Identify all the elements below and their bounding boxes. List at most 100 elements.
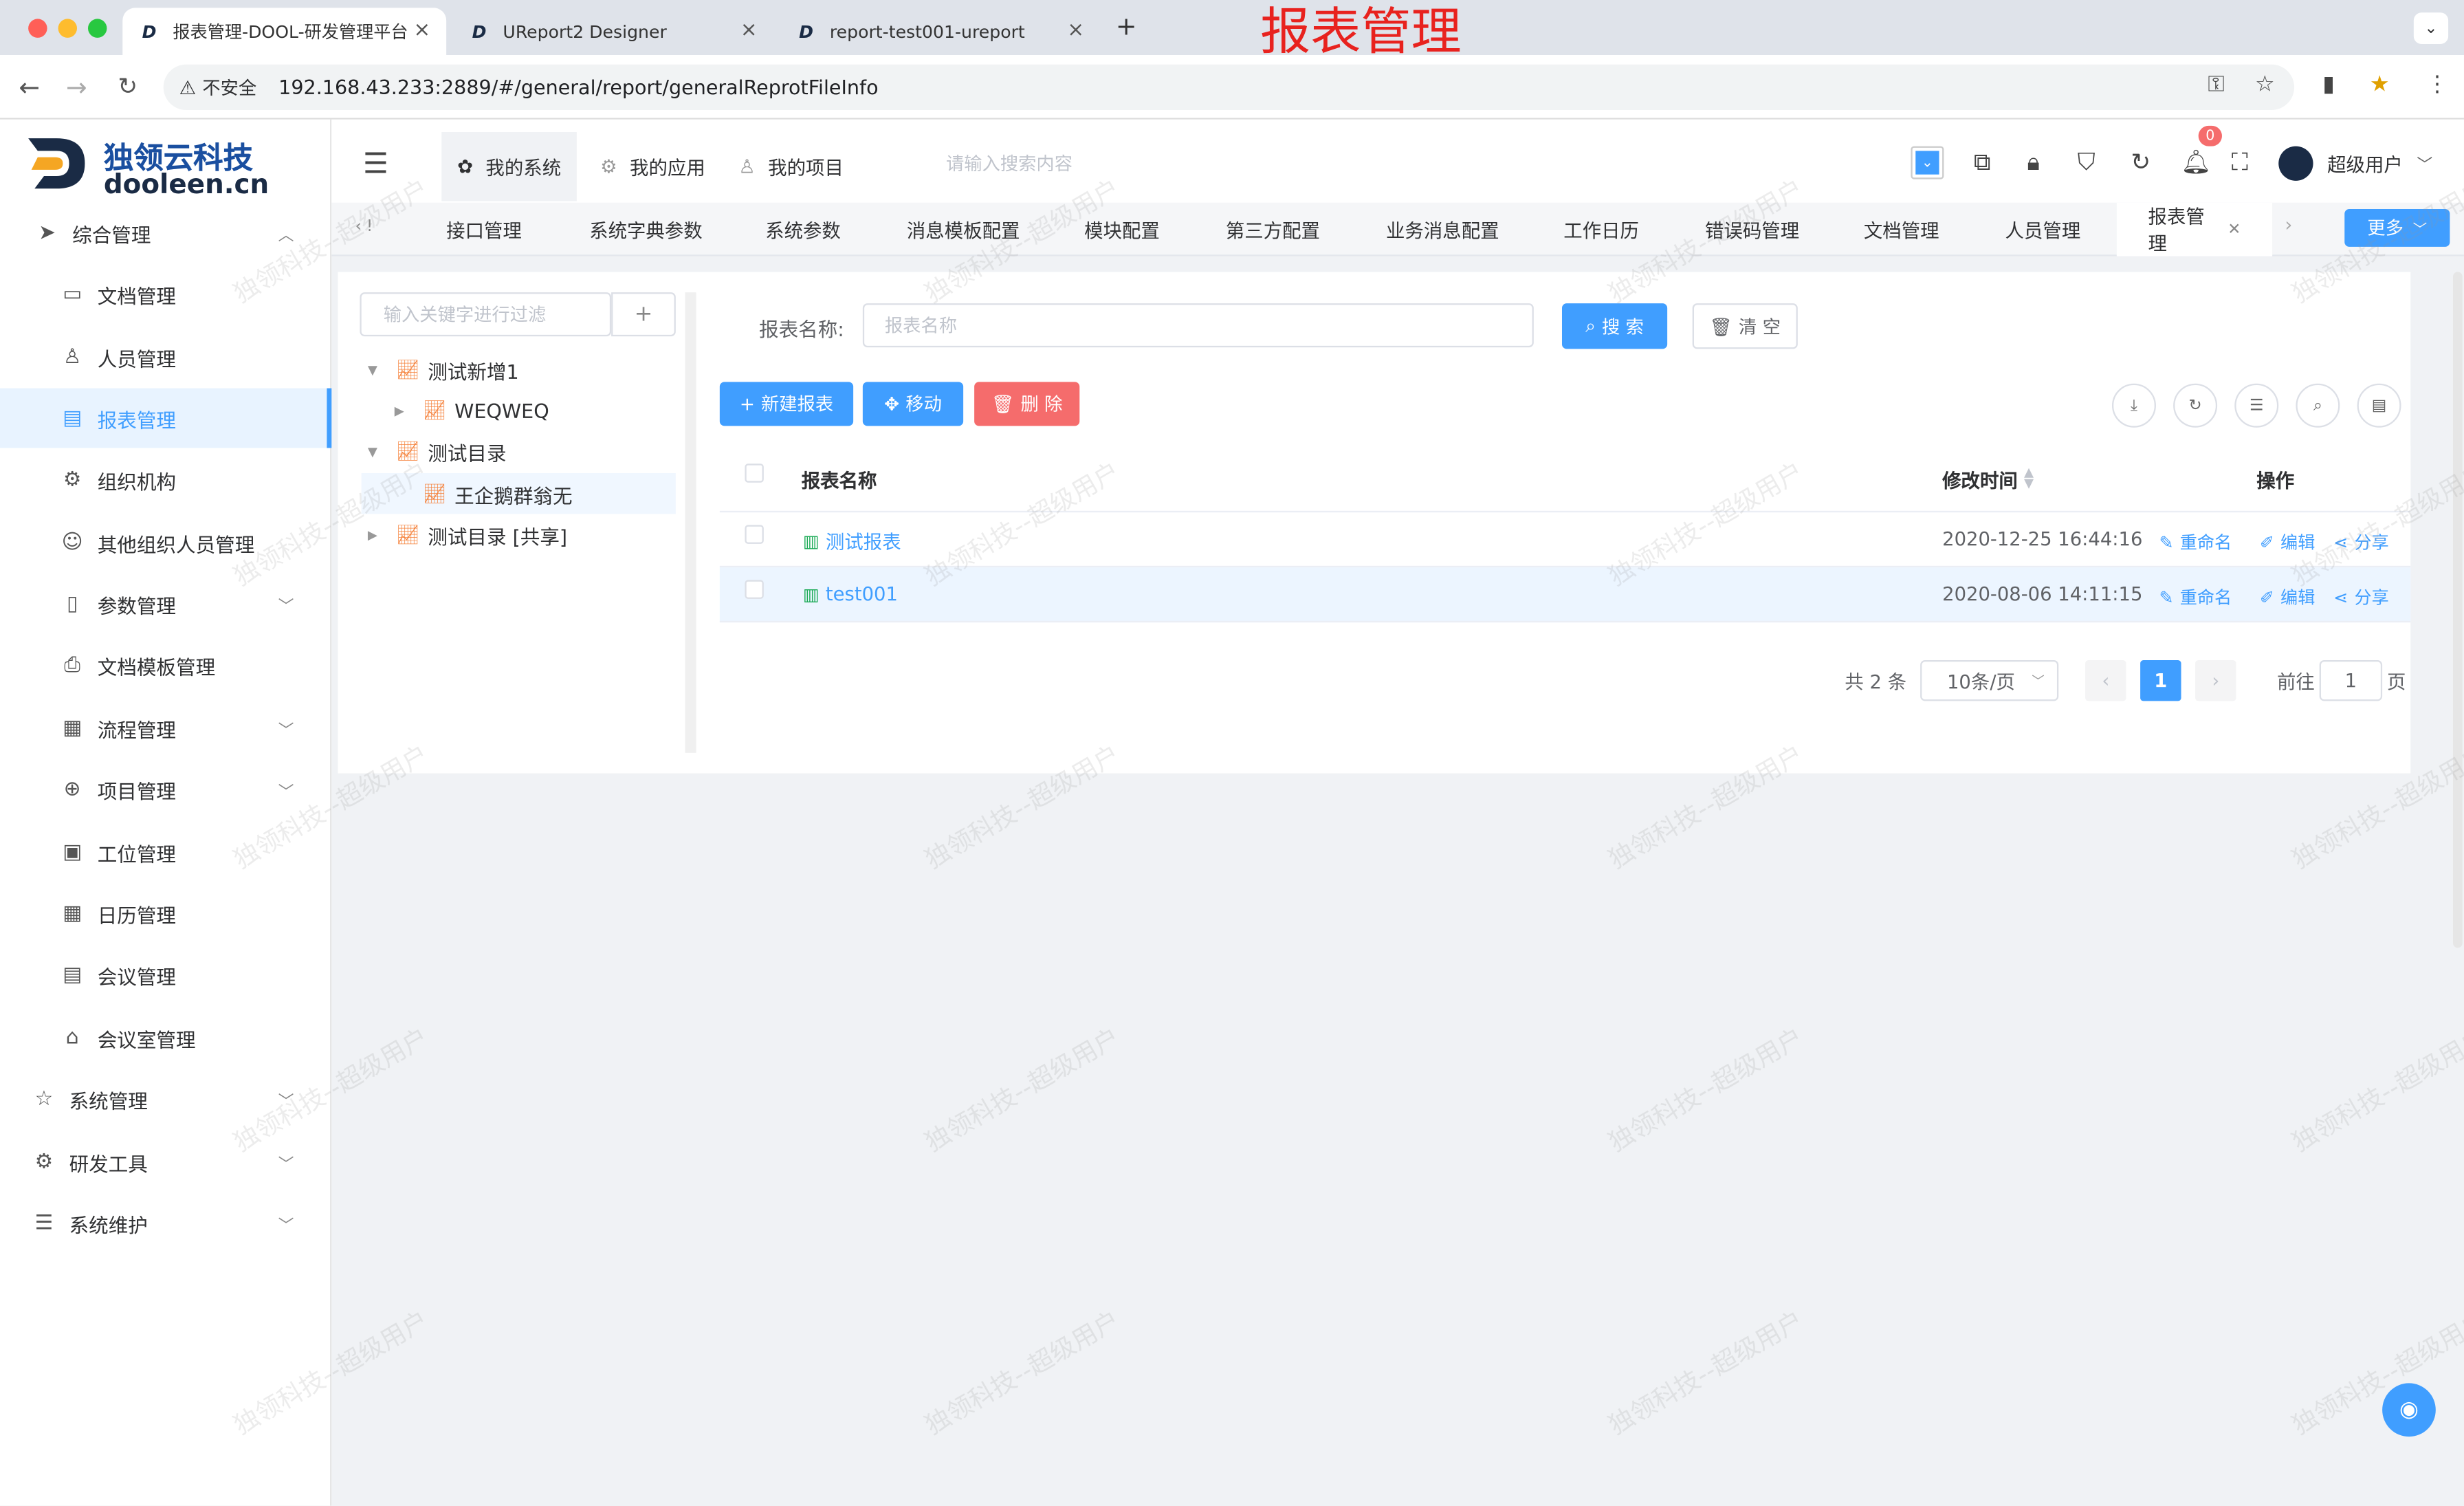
new-report-button[interactable]: + 新建报表 <box>719 382 854 426</box>
prev-page-button[interactable]: ‹ <box>2085 659 2126 701</box>
fullscreen-icon[interactable]: ⛶ <box>2232 148 2248 176</box>
tab-my-projects[interactable]: ♙ 我的项目 <box>723 132 859 201</box>
username[interactable]: 超级用户 <box>2327 151 2403 177</box>
edit-link[interactable]: ✐ 编辑 <box>2260 585 2315 610</box>
sidebar-item-maintenance[interactable]: ☰ 系统维护 ﹀ <box>0 1193 331 1253</box>
sidebar-item-reports[interactable]: ▤ 报表管理 <box>0 388 332 448</box>
forward-arrow-icon[interactable]: → <box>66 72 87 102</box>
tab-my-apps[interactable]: ⚙ 我的应用 <box>584 132 720 201</box>
sidebar-item-devtools[interactable]: ⚙ 研发工具 ﹀ <box>0 1132 331 1192</box>
table-row[interactable] <box>719 567 2411 623</box>
select-all-checkbox[interactable] <box>745 463 764 483</box>
chevron-down-icon[interactable]: ﹀ <box>2417 151 2432 175</box>
chevron-right-icon[interactable]: › <box>2285 214 2292 236</box>
sidebar-item-doc-templates[interactable]: ⎙ 文档模板管理 <box>0 635 331 695</box>
sidebar-item-other-org[interactable]: ☺ 其他组织人员管理 <box>0 512 331 572</box>
sidepanel-icon[interactable]: ▮ <box>2322 72 2335 98</box>
report-name-link[interactable]: ▥ 测试报表 <box>803 528 901 555</box>
sidebar-item-params[interactable]: ▯ 参数管理 ﹀ <box>0 574 331 633</box>
tree-node-selected[interactable]: 📈︎ 王企鹅群翁无 <box>395 473 573 514</box>
lock-icon[interactable]: 🔒︎ <box>2027 148 2040 176</box>
url-field[interactable]: ⚠ 不安全 192.168.43.233:2889/#/general/repo… <box>163 64 2295 110</box>
search-button[interactable]: ⌕ 搜 索 <box>1561 303 1668 349</box>
tree-scrollbar[interactable] <box>685 292 696 753</box>
maximize-window-button[interactable] <box>87 19 107 38</box>
camera-button[interactable]: ◉ <box>2382 1383 2436 1437</box>
sidebar-item-calendar[interactable]: ▦ 日历管理 <box>0 884 331 943</box>
filter-columns-icon[interactable]: ☰ <box>2234 383 2279 428</box>
close-tab-icon[interactable]: × <box>740 19 758 42</box>
share-link[interactable]: ⋖ 分享 <box>2333 585 2388 610</box>
close-tab-icon[interactable]: × <box>413 19 430 42</box>
tree-node[interactable]: ▼ 📈︎ 测试新增1 <box>368 349 519 389</box>
theme-color-picker[interactable]: ⌄ <box>1911 146 1944 179</box>
chevron-left-icon[interactable]: ‹ ! <box>355 219 373 236</box>
new-tab-button[interactable]: + <box>1116 11 1137 41</box>
tag-dict[interactable]: 系统字典参数 <box>589 203 703 257</box>
print-icon[interactable]: ▤ <box>2357 383 2401 428</box>
caret-right-icon[interactable]: ▶ <box>395 403 413 417</box>
close-tab-icon[interactable]: × <box>1067 19 1084 42</box>
rename-link[interactable]: ✎ 重命名 <box>2159 585 2232 610</box>
layout-icon[interactable]: ⧉ <box>1974 148 1990 176</box>
tag-third-party[interactable]: 第三方配置 <box>1226 203 1320 257</box>
column-header-time[interactable]: 修改时间 <box>1942 467 2018 494</box>
more-tags-button[interactable]: 更多 ﹀ <box>2344 208 2450 247</box>
page-scrollbar[interactable] <box>2452 272 2463 948</box>
sidebar-item-comprehensive[interactable]: ➤ 综合管理 ︿ <box>0 203 331 263</box>
close-window-button[interactable] <box>28 19 47 38</box>
sidebar-item-meeting-rooms[interactable]: ⌂ 会议室管理 <box>0 1007 331 1067</box>
refresh-icon[interactable]: ↻ <box>2173 383 2218 428</box>
tree-node[interactable]: ▶ 📈︎ 测试目录 [共享] <box>368 514 567 554</box>
next-page-button[interactable]: › <box>2195 659 2236 701</box>
delete-button[interactable]: 🗑︎ 删 除 <box>974 382 1080 426</box>
browser-tab-active[interactable]: D 报表管理-DOOL-研发管理平台 × <box>122 8 447 55</box>
key-icon[interactable]: ⚿ <box>2208 72 2224 98</box>
reload-icon[interactable]: ↻ <box>118 72 138 100</box>
sidebar-item-meetings[interactable]: ▤ 会议管理 <box>0 945 331 1005</box>
table-row[interactable] <box>719 512 2411 568</box>
tag-module[interactable]: 模块配置 <box>1084 203 1160 257</box>
tag-interface[interactable]: 接口管理 <box>446 203 522 257</box>
move-button[interactable]: ✥ 移动 <box>862 382 964 426</box>
extension-icon[interactable]: ★ <box>2370 72 2390 98</box>
sidebar-item-workstations[interactable]: ▣ 工位管理 <box>0 822 331 882</box>
caret-down-icon[interactable]: ▼ <box>368 362 386 377</box>
row-checkbox[interactable] <box>745 525 764 544</box>
caret-right-icon[interactable]: ▶ <box>368 527 386 542</box>
tab-my-system[interactable]: ✿ 我的系统 <box>441 131 578 201</box>
back-arrow-icon[interactable]: ← <box>19 72 40 102</box>
tab-search-chevron-icon[interactable]: ⌄ <box>2413 12 2449 44</box>
bell-icon[interactable]: 🔔︎ <box>2181 148 2212 176</box>
goto-page-input[interactable]: 1 <box>2319 659 2383 701</box>
row-checkbox[interactable] <box>745 580 764 599</box>
sidebar-item-docs[interactable]: ▭ 文档管理 <box>0 264 331 324</box>
sort-icon[interactable]: ▲ ▼ <box>2024 466 2034 490</box>
report-name-input[interactable]: 报表名称 <box>862 303 1534 348</box>
tree-node[interactable]: ▶ 📈︎ WEQWEQ <box>395 390 549 430</box>
hamburger-menu-icon[interactable]: ☰ <box>363 148 388 181</box>
rename-link[interactable]: ✎ 重命名 <box>2159 530 2232 555</box>
minimize-window-button[interactable] <box>58 19 77 38</box>
sidebar-item-personnel[interactable]: ♙ 人员管理 <box>0 327 331 386</box>
shirt-icon[interactable]: ⛉ <box>2078 148 2096 176</box>
bookmark-star-icon[interactable]: ☆ <box>2255 72 2275 98</box>
tag-reports[interactable]: 报表管理 ✕ <box>2116 202 2273 257</box>
page-size-select[interactable]: 10条/页 ﹀ <box>1920 659 2059 701</box>
avatar[interactable] <box>2278 146 2313 181</box>
sidebar-item-workflow[interactable]: ▦ 流程管理 ﹀ <box>0 698 331 758</box>
caret-down-icon[interactable]: ▼ <box>368 444 386 459</box>
tag-error-codes[interactable]: 错误码管理 <box>1705 203 1799 257</box>
tag-msg-template[interactable]: 消息模板配置 <box>907 203 1020 257</box>
search-icon[interactable]: ⌕ <box>2296 383 2340 428</box>
report-name-link[interactable]: ▥ test001 <box>803 583 898 605</box>
tag-params[interactable]: 系统参数 <box>765 203 841 257</box>
close-icon[interactable]: ✕ <box>2228 221 2241 238</box>
tag-biz-msg[interactable]: 业务消息配置 <box>1386 203 1499 257</box>
share-link[interactable]: ⋖ 分享 <box>2333 530 2388 555</box>
sidebar-item-system[interactable]: ☆ 系统管理 ﹀ <box>0 1069 331 1128</box>
edit-link[interactable]: ✐ 编辑 <box>2260 530 2315 555</box>
tag-work-calendar[interactable]: 工作日历 <box>1563 203 1639 257</box>
browser-menu-icon[interactable]: ⋮ <box>2426 72 2448 98</box>
tag-docs[interactable]: 文档管理 <box>1864 203 1939 257</box>
